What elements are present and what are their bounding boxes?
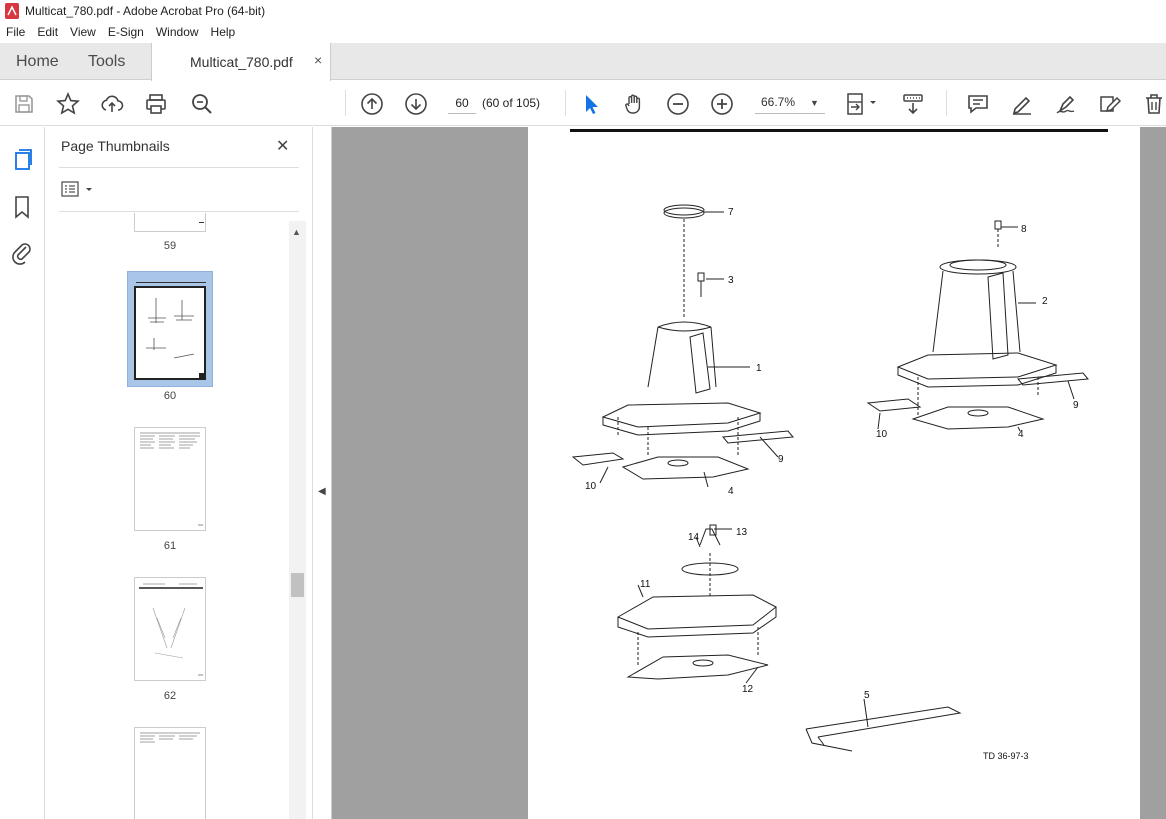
menu-view[interactable]: View <box>64 22 102 43</box>
pdf-page: 7 3 1 8 2 9 10 4 9 10 4 14 13 11 12 5 TD… <box>528 127 1140 819</box>
toolbar-divider <box>345 90 346 116</box>
acrobat-app-icon <box>5 3 19 19</box>
delete-trash-icon[interactable] <box>1142 92 1166 116</box>
callout-label: 4 <box>728 486 734 497</box>
parts-diagram: 7 3 1 8 2 9 10 4 9 10 4 14 13 11 12 5 TD… <box>570 129 1108 761</box>
callout-label: 9 <box>778 454 784 465</box>
zoom-search-icon[interactable] <box>190 92 214 116</box>
toolbar-divider <box>946 90 947 116</box>
page-count: (60 of 105) <box>482 96 541 110</box>
menu-edit[interactable]: Edit <box>31 22 64 43</box>
thumbnail-page-63[interactable] <box>134 727 206 819</box>
hand-tool-icon[interactable] <box>622 92 646 116</box>
thumbnail-list: 59 60 61 62 <box>45 213 289 819</box>
bookmark-star-icon[interactable] <box>56 91 80 116</box>
thumbnail-preview <box>140 732 200 743</box>
callout-label: 7 <box>728 207 734 218</box>
callout-label: 11 <box>640 579 651 590</box>
zoom-in-icon[interactable] <box>710 92 734 116</box>
page-thumbnails-icon[interactable] <box>11 147 35 171</box>
thumbnail-page-61[interactable] <box>134 427 206 531</box>
thumbnail-preview <box>146 298 195 359</box>
left-rail <box>0 127 45 819</box>
panel-title: Page Thumbnails <box>61 138 170 154</box>
thumbnail-page-59[interactable] <box>134 213 206 232</box>
window-title: Multicat_780.pdf - Adobe Acrobat Pro (64… <box>25 4 266 18</box>
callout-label: 8 <box>1021 224 1027 235</box>
zoom-out-icon[interactable] <box>666 92 690 116</box>
upload-cloud-icon[interactable] <box>100 92 124 116</box>
callout-label: 14 <box>688 532 700 543</box>
menu-file[interactable]: File <box>0 22 31 43</box>
callout-label: 1 <box>756 363 762 374</box>
toolbar <box>0 81 1166 126</box>
callout-label: 13 <box>736 527 748 538</box>
thumbnail-label: 62 <box>163 690 177 702</box>
previous-page-icon[interactable] <box>360 92 384 116</box>
thumbnail-page-60-selected[interactable] <box>127 271 213 387</box>
divider <box>59 167 299 168</box>
callout-label: 3 <box>728 275 734 286</box>
attachments-icon[interactable] <box>11 239 33 265</box>
tab-close-icon[interactable]: × <box>314 52 322 68</box>
highlight-pen-icon[interactable] <box>1010 92 1034 116</box>
page-fit-icon[interactable] <box>845 92 881 116</box>
save-icon[interactable] <box>12 92 36 116</box>
select-cursor-icon[interactable] <box>579 92 603 116</box>
thumbnail-page-62[interactable] <box>134 577 206 681</box>
document-canvas[interactable]: 7 3 1 8 2 9 10 4 9 10 4 14 13 11 12 5 TD… <box>332 127 1166 819</box>
callout-label: 12 <box>742 684 754 695</box>
thumbnail-preview <box>139 583 203 676</box>
collapse-arrow-icon[interactable]: ◀ <box>318 486 326 497</box>
menu-help[interactable]: Help <box>205 22 242 43</box>
zoom-level-value: 66.7% <box>761 95 796 109</box>
print-icon[interactable] <box>144 92 168 116</box>
thumbnail-label: 61 <box>163 540 177 552</box>
draw-pen-icon[interactable] <box>1054 92 1078 116</box>
toolbar-divider <box>565 90 566 116</box>
tab-bar: Home Tools Multicat_780.pdf × <box>0 43 1166 81</box>
callout-label: 4 <box>1018 429 1024 440</box>
tab-document[interactable]: Multicat_780.pdf × <box>151 43 331 81</box>
callout-label: 2 <box>1042 296 1048 307</box>
menu-bar: File Edit View E-Sign Window Help <box>0 22 1166 43</box>
menu-esign[interactable]: E-Sign <box>102 22 150 43</box>
thumbnail-label: 60 <box>163 390 177 402</box>
scroll-up-icon[interactable]: ▲ <box>292 227 301 237</box>
bookmarks-icon[interactable] <box>12 195 32 219</box>
divider <box>59 211 299 212</box>
next-page-icon[interactable] <box>404 92 428 116</box>
page-number-input[interactable] <box>448 92 476 114</box>
panel-collapse-bar[interactable]: ◀ <box>313 127 332 819</box>
chevron-down-icon[interactable]: ▼ <box>810 98 819 108</box>
thumbnail-label: 59 <box>163 240 177 252</box>
fill-sign-icon[interactable] <box>1098 92 1122 116</box>
panel-close-icon[interactable]: ✕ <box>276 136 289 156</box>
tab-document-label: Multicat_780.pdf <box>190 54 293 70</box>
tab-home[interactable]: Home <box>16 43 59 80</box>
thumbnail-preview <box>140 432 203 526</box>
scroll-mode-icon[interactable] <box>901 92 925 116</box>
title-bar: Multicat_780.pdf - Adobe Acrobat Pro (64… <box>0 0 1166 22</box>
menu-window[interactable]: Window <box>150 22 205 43</box>
thumbnail-options-icon[interactable] <box>61 181 97 199</box>
callout-label: 9 <box>1073 400 1079 411</box>
thumbnail-scrollbar[interactable]: ▲ <box>289 221 306 819</box>
comment-icon[interactable] <box>966 92 990 116</box>
tab-tools[interactable]: Tools <box>88 43 125 80</box>
callout-label: 10 <box>585 481 597 492</box>
scrollbar-thumb[interactable] <box>291 573 304 597</box>
callout-label: 10 <box>876 429 888 440</box>
figure-code: TD 36-97-3 <box>983 751 1029 761</box>
callout-label: 5 <box>864 690 870 701</box>
page-thumbnails-panel: Page Thumbnails ✕ 59 60 61 62 ▲ <box>45 127 313 819</box>
